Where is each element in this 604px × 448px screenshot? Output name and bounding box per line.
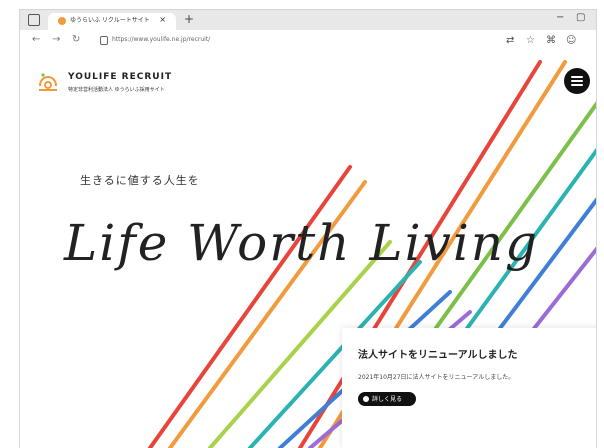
page-margin-top <box>0 0 604 10</box>
favicon-icon <box>58 17 66 25</box>
url-text[interactable]: https://www.youlife.ne.jp/recruit/ <box>112 36 210 43</box>
screenshot-frame: ゆうらいふ リクルートサイト × + − ▢ ← → ↻ https://www… <box>0 0 604 448</box>
brand-name[interactable]: YOULIFE RECRUIT <box>68 72 172 82</box>
forward-icon[interactable]: → <box>52 34 60 45</box>
news-card: 法人サイトをリニューアルしました 2021年10月27日に法人サイトをリニューア… <box>342 328 596 448</box>
hamburger-menu-button[interactable] <box>564 68 590 94</box>
extensions-icon[interactable]: ⇄ <box>506 35 514 46</box>
address-bar: ← → ↻ https://www.youlife.ne.jp/recruit/… <box>20 30 596 53</box>
site-page: YOULIFE RECRUIT 特定非営利活動法人 ゆうらいふ採用サイト 生きる… <box>20 52 596 448</box>
window-menu-icon[interactable] <box>28 14 40 26</box>
stripe-red-2 <box>148 165 352 448</box>
brand-subtitle: 特定非営利活動法人 ゆうらいふ採用サイト <box>68 87 165 93</box>
youlife-logo-icon <box>39 73 57 91</box>
back-icon[interactable]: ← <box>32 34 40 45</box>
tagline-japanese: 生きるに値する人生を <box>80 174 200 187</box>
restore-icon[interactable]: ▢ <box>576 12 585 23</box>
browser-tab[interactable]: ゆうらいふ リクルートサイト × <box>48 13 176 30</box>
menu-line-icon <box>571 80 583 82</box>
tagline-script: Life Worth Living <box>64 214 540 272</box>
profile-icon[interactable]: ☺ <box>566 35 576 46</box>
page-margin-left <box>0 0 20 448</box>
menu-line-icon <box>571 76 583 78</box>
minimize-icon[interactable]: − <box>556 12 564 23</box>
favorites-icon[interactable]: ☆ <box>526 35 535 46</box>
tab-title: ゆうらいふ リクルートサイト <box>70 17 150 24</box>
reload-icon[interactable]: ↻ <box>72 34 80 45</box>
details-button-label: 詳しく見る <box>372 396 403 403</box>
tab-close-icon[interactable]: × <box>159 15 166 24</box>
page-margin-right <box>596 0 604 448</box>
details-button[interactable]: 詳しく見る <box>358 392 416 406</box>
site-logo[interactable] <box>36 70 60 94</box>
news-body: 2021年10月27日に法人サイトをリニューアルしました。 <box>358 374 515 381</box>
arrow-circle-icon <box>363 396 369 402</box>
lock-icon <box>100 36 108 45</box>
menu-line-icon <box>571 84 583 86</box>
new-tab-icon[interactable]: + <box>184 12 194 26</box>
news-headline: 法人サイトをリニューアルしました <box>358 350 518 361</box>
tab-bar: ゆうらいふ リクルートサイト × + − ▢ <box>20 10 596 30</box>
browser-window: ゆうらいふ リクルートサイト × + − ▢ ← → ↻ https://www… <box>20 10 596 448</box>
collections-icon[interactable]: ⌘ <box>546 35 556 46</box>
